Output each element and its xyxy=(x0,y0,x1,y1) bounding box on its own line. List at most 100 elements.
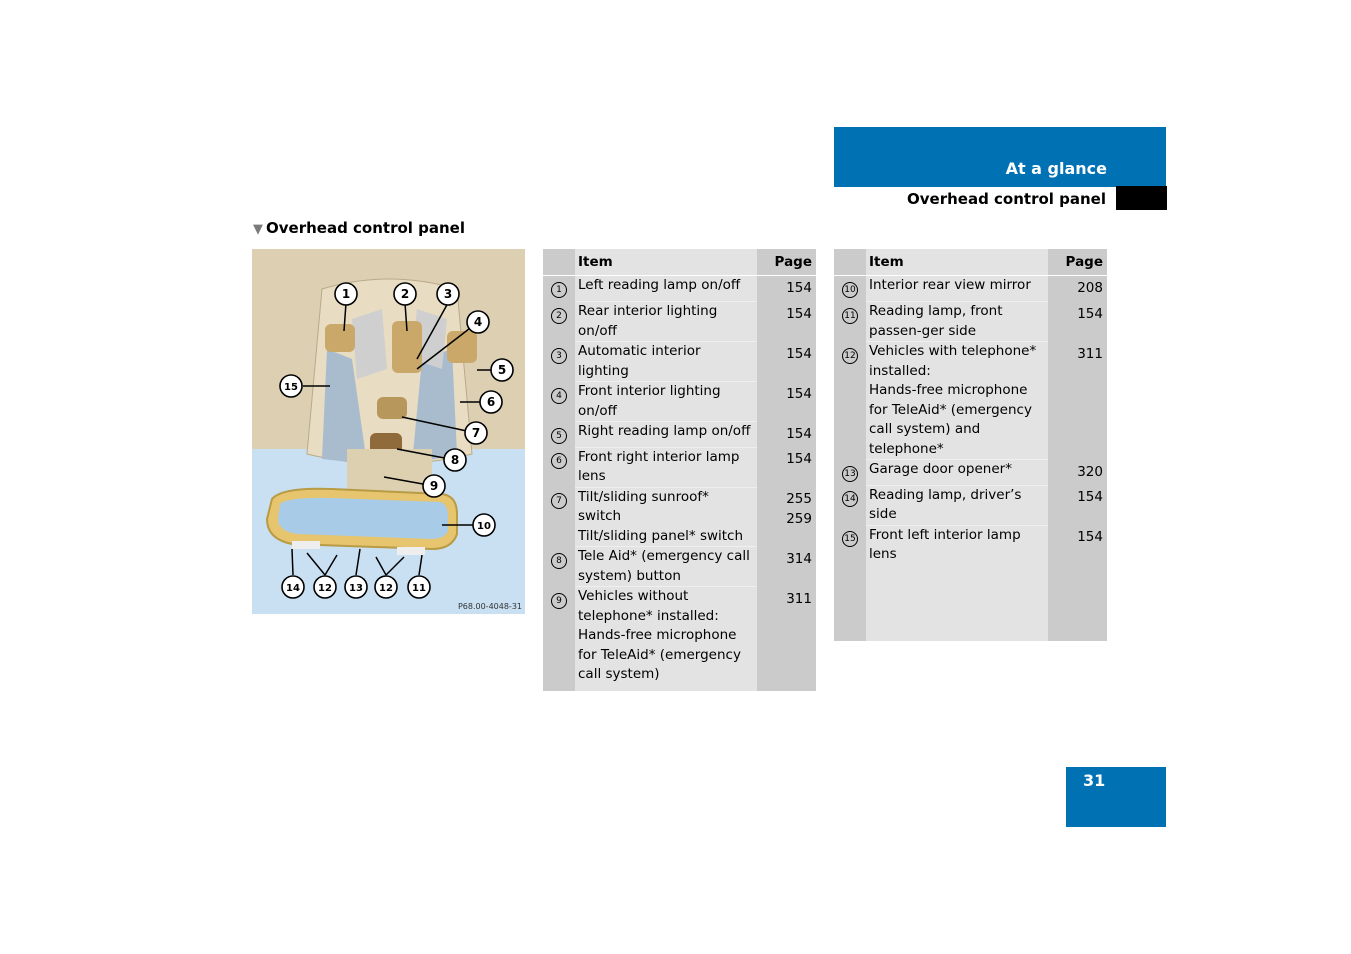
table-row: 14 Reading lamp, driver’s side 154 xyxy=(834,484,1107,525)
item-description: Reading lamp, front passen-ger side xyxy=(866,301,1048,342)
table-filler-row xyxy=(543,684,816,691)
item-description: Right reading lamp on/off xyxy=(575,421,757,447)
left-reading-lamp-button xyxy=(325,324,355,352)
header-num xyxy=(543,249,575,276)
callout-4: 4 xyxy=(466,310,490,334)
callout-5: 5 xyxy=(490,358,514,382)
circled-number-icon: 9 xyxy=(551,592,567,609)
svg-text:2: 2 xyxy=(401,287,409,301)
item-page: 154 xyxy=(1048,485,1107,525)
svg-text:3: 3 xyxy=(444,287,452,301)
item-number: 6 xyxy=(543,447,575,487)
table-row: 11 Reading lamp, front passen-ger side 154 xyxy=(834,301,1107,342)
item-page: 154 xyxy=(757,275,816,302)
item-description: Left reading lamp on/off xyxy=(575,275,757,302)
svg-text:12: 12 xyxy=(379,583,393,594)
mirror-mount xyxy=(347,449,432,494)
filler-cell xyxy=(543,684,575,691)
item-page: 320 xyxy=(1048,459,1107,485)
svg-text:15: 15 xyxy=(284,382,298,393)
filler-cell xyxy=(834,564,866,641)
item-number: 12 xyxy=(834,341,866,460)
callout-3: 3 xyxy=(436,282,460,306)
svg-text:4: 4 xyxy=(474,315,482,329)
svg-text:14: 14 xyxy=(286,583,300,594)
callout-10: 10 xyxy=(472,513,496,537)
sunroof-switch xyxy=(377,397,407,419)
svg-text:9: 9 xyxy=(430,479,438,493)
item-number: 1 xyxy=(543,275,575,302)
illustration-svg: 1 2 3 4 5 6 7 8 9 10 14 12 13 12 11 15 xyxy=(252,249,525,614)
circled-number-icon: 3 xyxy=(551,347,567,364)
table-row: 3 Automatic interior lighting 154 xyxy=(543,341,816,382)
svg-text:8: 8 xyxy=(451,453,459,467)
section-title-text: Overhead control panel xyxy=(266,219,465,237)
svg-text:5: 5 xyxy=(498,363,506,377)
circled-number-icon: 7 xyxy=(551,493,567,509)
svg-text:1: 1 xyxy=(342,287,350,301)
right-reading-lamp-button xyxy=(447,331,477,363)
table-header-row: Item Page xyxy=(834,249,1107,276)
table-row: 9 Vehicles without telephone* installed: … xyxy=(543,586,816,685)
item-description: Front left interior lamp lens xyxy=(866,524,1048,565)
circled-number-icon: 4 xyxy=(551,387,567,404)
item-description: Rear interior lighting on/off xyxy=(575,301,757,342)
table-row: 13 Garage door opener* 320 xyxy=(834,459,1107,485)
circled-number-icon: 1 xyxy=(551,282,567,298)
item-page: 154 xyxy=(757,421,816,447)
item-number: 2 xyxy=(543,301,575,342)
circled-number-icon: 11 xyxy=(842,307,858,324)
filler-cell xyxy=(1048,564,1107,641)
header-page: Page xyxy=(757,249,816,276)
section-header: Overhead control panel xyxy=(907,190,1106,208)
item-page: 311 xyxy=(1048,341,1107,460)
item-page: 208 xyxy=(1048,275,1107,302)
item-page: 154 xyxy=(757,447,816,487)
chapter-header-bar: At a glance xyxy=(834,127,1166,187)
svg-text:11: 11 xyxy=(412,583,426,594)
circled-number-icon: 6 xyxy=(551,453,567,469)
table-row: 6 Front right interior lamp lens 154 xyxy=(543,446,816,487)
callout-15: 15 xyxy=(279,374,303,398)
callout-14: 14 xyxy=(281,575,305,599)
rear-view-mirror-glass xyxy=(278,497,448,539)
table-row: 2 Rear interior lighting on/off 154 xyxy=(543,301,816,342)
table-row: 1 Left reading lamp on/off 154 xyxy=(543,275,816,302)
figure-caption: P68.00-4048-31 xyxy=(457,602,522,611)
circled-number-icon: 10 xyxy=(842,282,858,298)
callout-13: 13 xyxy=(344,575,368,599)
callout-2: 2 xyxy=(393,282,417,306)
item-description: Tilt/sliding sunroof* switch Tilt/slidin… xyxy=(575,486,757,547)
header-item: Item xyxy=(575,249,757,276)
circled-number-icon: 12 xyxy=(842,347,858,364)
circled-number-icon: 14 xyxy=(842,491,858,507)
callout-7: 7 xyxy=(464,421,488,445)
mirror-left-lamp xyxy=(292,541,320,549)
item-description: Front interior lighting on/off xyxy=(575,381,757,422)
left-grille xyxy=(352,309,387,379)
svg-text:10: 10 xyxy=(477,521,491,532)
filler-cell xyxy=(866,564,1048,641)
item-number: 5 xyxy=(543,421,575,447)
callout-12a: 12 xyxy=(313,575,337,599)
table-row: 15 Front left interior lamp lens 154 xyxy=(834,524,1107,565)
item-number: 3 xyxy=(543,341,575,382)
item-number: 7 xyxy=(543,487,575,547)
callout-1: 1 xyxy=(334,282,358,306)
item-page: 255 259 xyxy=(757,487,816,547)
header-page: Page xyxy=(1048,249,1107,276)
triangle-down-icon: ▼ xyxy=(253,222,263,237)
item-page: 154 xyxy=(757,381,816,422)
item-description: Reading lamp, driver’s side xyxy=(866,484,1048,525)
table-row: 10 Interior rear view mirror 208 xyxy=(834,275,1107,302)
svg-text:7: 7 xyxy=(472,426,480,440)
item-page: 154 xyxy=(757,341,816,382)
item-number: 15 xyxy=(834,525,866,565)
item-description: Tele Aid* (emergency call system) button xyxy=(575,546,757,587)
table-row: 4 Front interior lighting on/off 154 xyxy=(543,381,816,422)
svg-text:6: 6 xyxy=(487,395,495,409)
table-row: 8 Tele Aid* (emergency call system) butto… xyxy=(543,546,816,587)
item-number: 13 xyxy=(834,459,866,485)
mirror-right-lamp xyxy=(397,547,425,555)
item-number: 8 xyxy=(543,546,575,587)
